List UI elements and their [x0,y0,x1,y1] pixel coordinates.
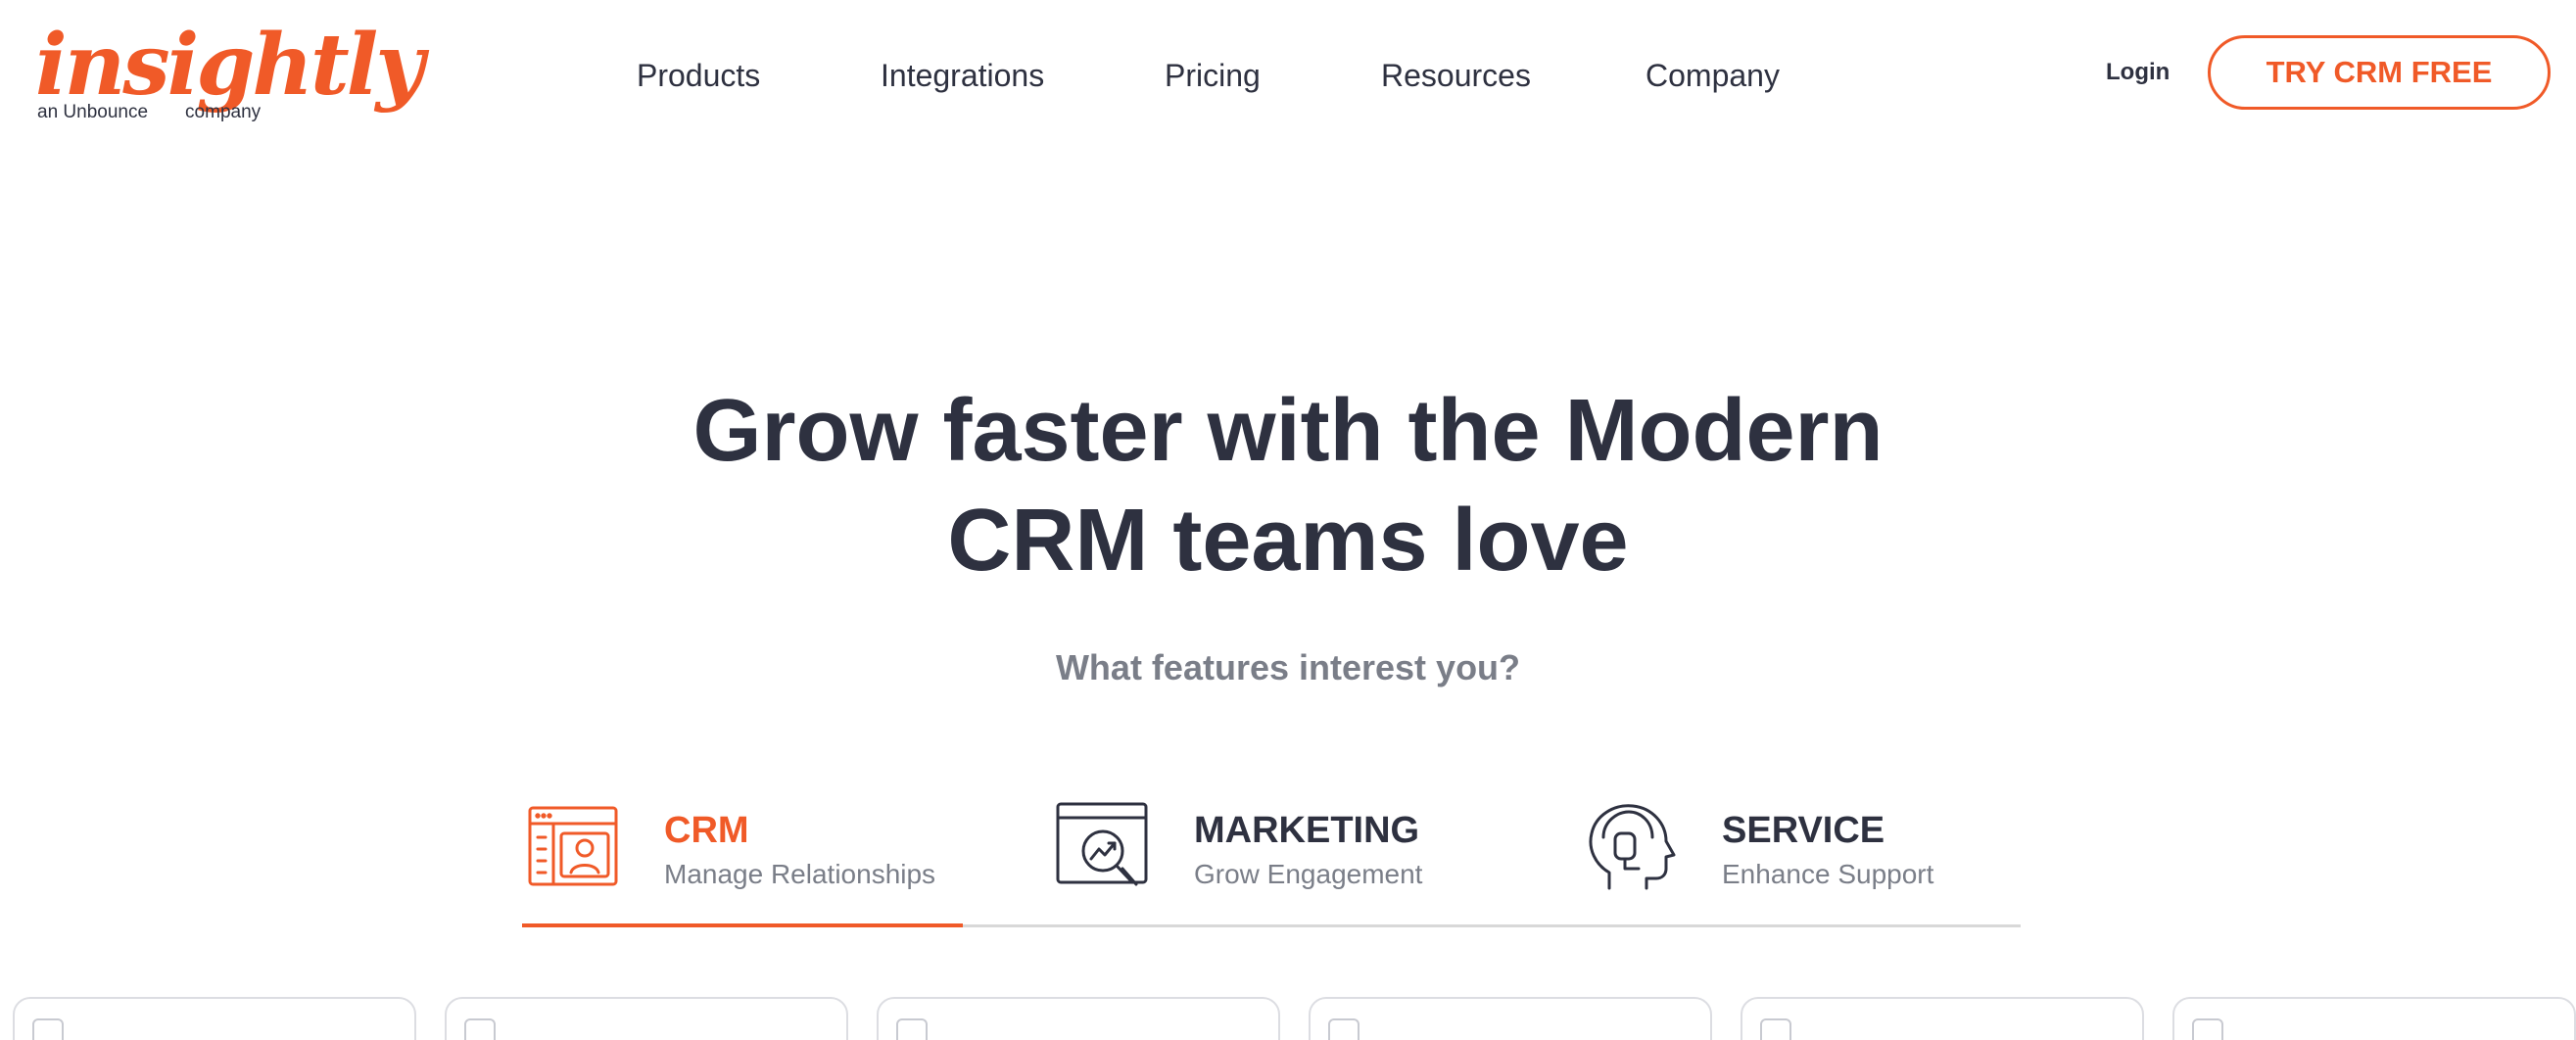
feature-card[interactable] [2172,997,2576,1040]
tab-service-title: SERVICE [1722,810,1885,851]
tab-service-description: Enhance Support [1722,859,1934,889]
service-headset-icon [1580,798,1678,896]
feature-card-checkbox[interactable] [1760,1018,1791,1040]
crm-contact-card-icon [522,798,620,896]
hero-subtitle: What features interest you? [1055,647,1521,687]
tab-crm[interactable]: CRM Manage Relationships [522,788,1012,916]
feature-card[interactable] [1309,997,1712,1040]
feature-card[interactable] [445,997,848,1040]
tab-service[interactable]: SERVICE Enhance Support [1580,788,2070,916]
hero-title: Grow faster with the Modern CRM teams lo… [504,376,2072,595]
logo-tagline-left: an Unbounce [37,102,149,122]
nav-company[interactable]: Company [1646,51,1780,100]
hero-title-line-2: CRM teams love [947,492,1629,590]
feature-card-checkbox[interactable] [32,1018,64,1040]
logo-tagline: an Unbounce company [37,102,261,123]
login-link[interactable]: Login [2106,53,2170,92]
nav-pricing[interactable]: Pricing [1165,51,1261,100]
logo-wordmark: insightly [35,16,424,115]
site-header: insightly an Unbounce company Products In… [0,0,2576,152]
try-crm-free-button[interactable]: TRY CRM FREE [2208,35,2551,110]
feature-card-checkbox[interactable] [896,1018,928,1040]
feature-card[interactable] [13,997,416,1040]
page: insightly an Unbounce company Products In… [0,0,2576,1040]
feature-card[interactable] [877,997,1280,1040]
hero-title-line-1: Grow faster with the Modern [692,382,1884,480]
tab-marketing-description: Grow Engagement [1194,859,1423,889]
tab-crm-description: Manage Relationships [664,859,936,889]
feature-tabs: CRM Manage Relationships MARKETING Grow … [522,788,2021,927]
tab-crm-title: CRM [664,810,749,851]
feature-card-checkbox[interactable] [2192,1018,2223,1040]
feature-card-checkbox[interactable] [464,1018,496,1040]
logo-tagline-right: company [185,102,262,122]
insightly-logo[interactable]: insightly an Unbounce company [35,22,424,129]
feature-card[interactable] [1741,997,2144,1040]
nav-resources[interactable]: Resources [1381,51,1531,100]
tab-marketing[interactable]: MARKETING Grow Engagement [1052,788,1542,916]
active-tab-indicator [522,923,963,927]
tab-marketing-title: MARKETING [1194,810,1420,851]
nav-products[interactable]: Products [637,51,760,100]
feature-card-checkbox[interactable] [1328,1018,1360,1040]
marketing-analytics-icon [1052,798,1150,896]
nav-integrations[interactable]: Integrations [881,51,1044,100]
